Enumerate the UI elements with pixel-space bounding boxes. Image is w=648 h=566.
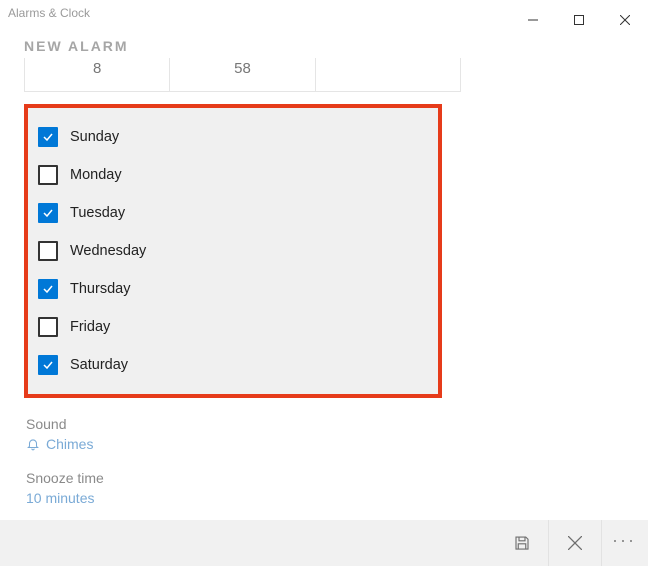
close-button[interactable] — [602, 6, 648, 34]
snooze-value: 10 minutes — [26, 490, 94, 506]
day-row[interactable]: Friday — [38, 308, 428, 346]
checkmark-icon — [42, 283, 54, 295]
day-checkbox[interactable] — [38, 279, 58, 299]
day-row[interactable]: Sunday — [38, 118, 428, 156]
day-row[interactable]: Thursday — [38, 270, 428, 308]
bell-icon — [26, 437, 40, 451]
day-checkbox[interactable] — [38, 127, 58, 147]
day-row[interactable]: Monday — [38, 156, 428, 194]
save-button[interactable] — [498, 520, 546, 566]
time-hour[interactable]: 8 — [25, 58, 170, 91]
day-label: Friday — [70, 319, 110, 335]
snooze-label: Snooze time — [26, 470, 648, 486]
day-label: Saturday — [70, 357, 128, 373]
checkmark-icon — [42, 359, 54, 371]
cancel-button[interactable] — [551, 520, 599, 566]
repeat-days-panel: Sunday Monday Tuesday Wednesday Thursday Frid… — [24, 104, 442, 398]
maximize-button[interactable] — [556, 6, 602, 34]
window-title: Alarms & Clock — [8, 6, 90, 20]
page-title: NEW ALARM — [0, 32, 648, 58]
more-icon: ··· — [612, 530, 636, 551]
maximize-icon — [574, 15, 584, 25]
minimize-icon — [528, 15, 538, 25]
day-checkbox[interactable] — [38, 241, 58, 261]
day-row[interactable]: Tuesday — [38, 194, 428, 232]
sound-picker[interactable]: Chimes — [26, 436, 648, 452]
sound-value: Chimes — [46, 436, 93, 452]
day-label: Wednesday — [70, 243, 146, 259]
day-checkbox[interactable] — [38, 317, 58, 337]
day-row[interactable]: Saturday — [38, 346, 428, 384]
day-label: Thursday — [70, 281, 130, 297]
cmd-divider — [601, 520, 602, 566]
day-checkbox[interactable] — [38, 355, 58, 375]
checkmark-icon — [42, 131, 54, 143]
cancel-icon — [568, 536, 582, 550]
day-label: Sunday — [70, 129, 119, 145]
command-bar: ··· — [0, 520, 648, 566]
sound-label: Sound — [26, 416, 648, 432]
day-checkbox[interactable] — [38, 165, 58, 185]
more-button[interactable]: ··· — [604, 520, 644, 566]
day-label: Tuesday — [70, 205, 125, 221]
checkmark-icon — [42, 207, 54, 219]
time-ampm[interactable] — [316, 58, 460, 91]
day-row[interactable]: Wednesday — [38, 232, 428, 270]
time-minute[interactable]: 58 — [170, 58, 315, 91]
day-label: Monday — [70, 167, 122, 183]
minimize-button[interactable] — [510, 6, 556, 34]
save-icon — [513, 534, 531, 552]
window-controls — [510, 6, 648, 34]
time-picker[interactable]: 8 58 — [24, 58, 461, 92]
snooze-picker[interactable]: 10 minutes — [26, 490, 648, 506]
day-checkbox[interactable] — [38, 203, 58, 223]
close-icon — [620, 15, 630, 25]
cmd-divider — [548, 520, 549, 566]
